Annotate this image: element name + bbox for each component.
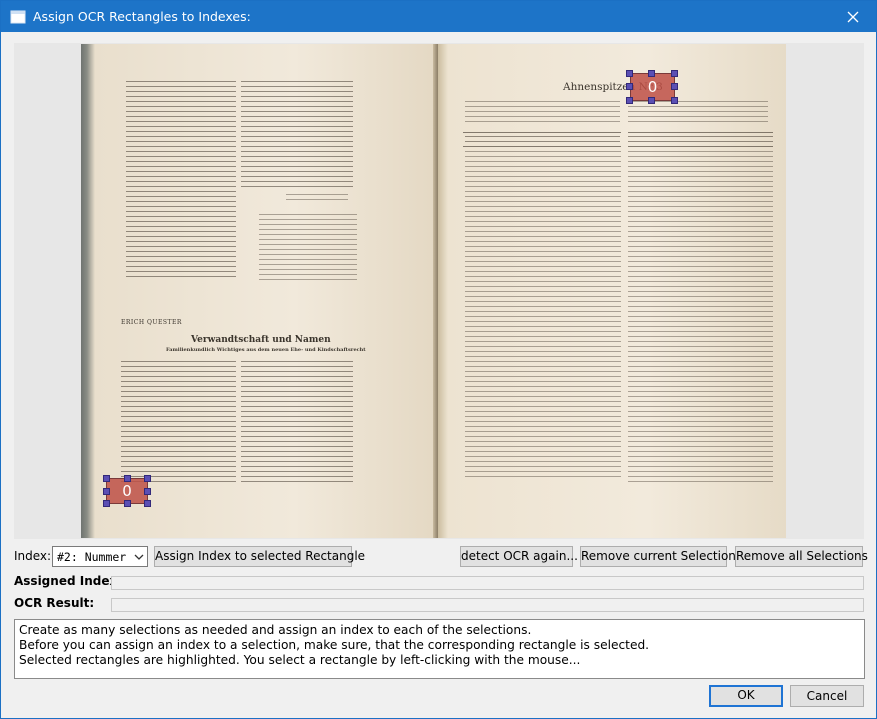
close-button[interactable] bbox=[830, 1, 876, 32]
assign-index-button[interactable]: Assign Index to selected Rectangle bbox=[154, 546, 365, 567]
selection-handle[interactable] bbox=[103, 488, 110, 495]
detect-ocr-button[interactable]: detect OCR again... bbox=[460, 546, 578, 567]
instruction-line: Before you can assign an index to a sele… bbox=[19, 638, 650, 652]
remove-all-selections-button[interactable]: Remove all Selections bbox=[735, 546, 868, 567]
selection-handle[interactable] bbox=[626, 83, 633, 90]
app-window-icon bbox=[10, 10, 26, 24]
instructions-textarea[interactable]: Create as many selections as needed and … bbox=[14, 619, 865, 679]
selection-handle[interactable] bbox=[103, 475, 110, 482]
selection-index-label: 0 bbox=[647, 78, 658, 96]
index-select[interactable]: #2: Nummer bbox=[52, 546, 148, 567]
scanned-book-image: ERICH QUESTER Verwandtschaft und Namen F… bbox=[81, 44, 786, 538]
selection-handle[interactable] bbox=[671, 97, 678, 104]
selection-handle[interactable] bbox=[144, 500, 151, 507]
instruction-line: Selected rectangles are highlighted. You… bbox=[19, 653, 581, 667]
title-bar[interactable]: Assign OCR Rectangles to Indexes: bbox=[1, 1, 876, 32]
index-label: Index: bbox=[14, 549, 52, 563]
remove-current-selection-button[interactable]: Remove current Selection bbox=[580, 546, 736, 567]
article-subtitle: Familienkundlich Wichtiges aus dem neuen… bbox=[166, 347, 366, 353]
selection-index-label: 0 bbox=[122, 482, 132, 500]
index-select-value: #2: Nummer bbox=[57, 550, 127, 564]
selection-handle[interactable] bbox=[124, 500, 131, 507]
assigned-index-field bbox=[111, 576, 864, 590]
selection-handle[interactable] bbox=[648, 70, 655, 77]
ocr-result-field bbox=[111, 598, 864, 612]
selection-handle[interactable] bbox=[144, 488, 151, 495]
dialog-window: Assign OCR Rectangles to Indexes: ERICH … bbox=[0, 0, 877, 719]
close-icon bbox=[847, 11, 859, 22]
selection-handle[interactable] bbox=[626, 97, 633, 104]
selection-handle[interactable] bbox=[103, 500, 110, 507]
selection-handle[interactable] bbox=[671, 70, 678, 77]
author-name: ERICH QUESTER bbox=[121, 319, 182, 326]
selection-handle[interactable] bbox=[648, 97, 655, 104]
selection-handle[interactable] bbox=[124, 475, 131, 482]
cancel-button[interactable]: Cancel bbox=[790, 685, 864, 707]
instruction-line: Create as many selections as needed and … bbox=[19, 623, 532, 637]
assigned-index-label: Assigned Index: bbox=[14, 574, 122, 588]
ok-button[interactable]: OK bbox=[709, 685, 783, 707]
ocr-result-label: OCR Result: bbox=[14, 596, 95, 610]
chevron-down-icon bbox=[134, 554, 144, 560]
right-page: Ahnenspitzen Nr 3 bbox=[438, 44, 786, 538]
selection-handle[interactable] bbox=[671, 83, 678, 90]
selection-handle[interactable] bbox=[144, 475, 151, 482]
image-canvas[interactable]: ERICH QUESTER Verwandtschaft und Namen F… bbox=[14, 43, 864, 539]
selection-handle[interactable] bbox=[626, 70, 633, 77]
window-title: Assign OCR Rectangles to Indexes: bbox=[33, 9, 251, 24]
left-page: ERICH QUESTER Verwandtschaft und Namen F… bbox=[81, 44, 438, 538]
article-title: Verwandtschaft und Namen bbox=[191, 335, 331, 345]
